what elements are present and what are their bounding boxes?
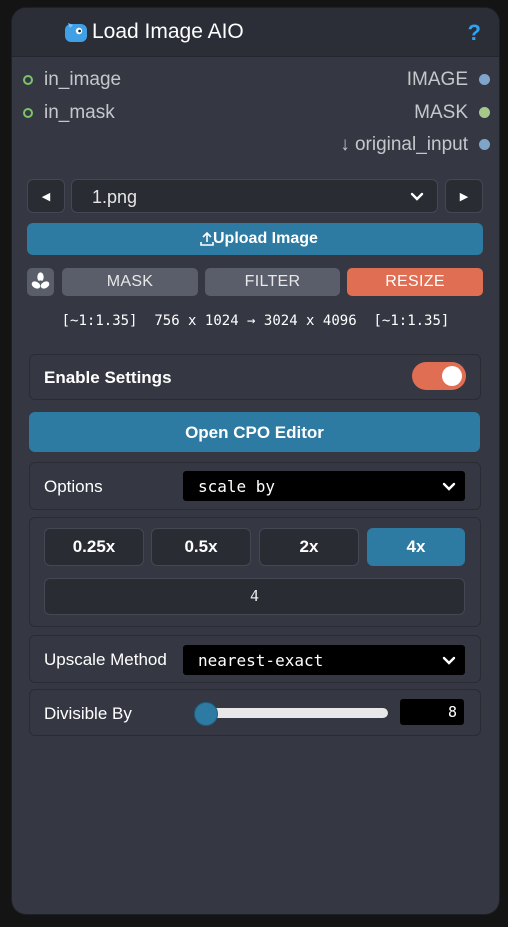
scale-4x-button[interactable]: 4x (367, 528, 465, 566)
scale-0-5x-button[interactable]: 0.5x (151, 528, 251, 566)
upscale-method-select[interactable]: nearest-exact (183, 645, 465, 675)
options-row: Options scale by (29, 462, 481, 510)
scale-value-field[interactable]: 4 (44, 578, 465, 615)
options-select-value: scale by (198, 477, 276, 496)
node-title: Load Image AIO (92, 20, 244, 43)
upload-image-button[interactable]: Upload Image (27, 223, 483, 255)
prev-file-button[interactable]: ◀ (27, 179, 65, 213)
node-header[interactable]: Load Image AIO ? (12, 8, 499, 57)
chevron-down-icon (442, 656, 456, 665)
chevron-down-icon (410, 192, 424, 201)
next-file-button[interactable]: ▶ (445, 179, 483, 213)
mask-output-dot[interactable] (479, 107, 490, 118)
in-image-slot-label: in_image (44, 69, 122, 90)
image-output-dot[interactable] (479, 74, 490, 85)
original-input-output-label: ↓ original_input (340, 134, 468, 155)
in-mask-slot-dot[interactable] (23, 108, 33, 118)
enable-settings-toggle[interactable] (412, 362, 466, 390)
upscale-method-value: nearest-exact (198, 651, 324, 670)
scale-2x-button[interactable]: 2x (259, 528, 359, 566)
toggle-knob (442, 366, 462, 386)
tab-mask[interactable]: MASK (62, 268, 198, 296)
options-label: Options (44, 477, 103, 496)
tab-filter[interactable]: FILTER (205, 268, 340, 296)
image-output-label: IMAGE (406, 69, 468, 90)
enable-settings-row: Enable Settings (29, 354, 481, 400)
open-cpo-editor-button[interactable]: Open CPO Editor (29, 412, 480, 452)
original-input-output-dot[interactable] (479, 139, 490, 150)
mask-output-label: MASK (414, 102, 468, 123)
in-mask-slot-label: in_mask (44, 102, 115, 123)
resolution-info: [~1:1.35] 756 x 1024 → 3024 x 4096 [~1:1… (61, 313, 450, 329)
divisible-by-value[interactable]: 8 (400, 699, 464, 725)
upscale-method-row: Upscale Method nearest-exact (29, 635, 481, 683)
load-image-aio-node: Load Image AIO ? in_image in_mask IMAGE … (12, 8, 499, 914)
tab-resize[interactable]: RESIZE (347, 268, 483, 296)
divisible-by-label: Divisible By (44, 704, 132, 723)
upload-image-label: Upload Image (213, 230, 318, 247)
open-cpo-editor-label: Open CPO Editor (185, 423, 324, 442)
divisible-by-slider-thumb[interactable] (194, 702, 218, 726)
in-image-slot-dot[interactable] (23, 75, 33, 85)
file-select[interactable]: 1.png (71, 179, 438, 213)
upload-icon (200, 231, 214, 246)
upscale-method-label: Upscale Method (44, 650, 167, 669)
settings-toggle-button[interactable] (27, 268, 54, 296)
file-select-value: 1.png (92, 187, 138, 207)
arrow-right-icon: ▶ (459, 190, 469, 203)
help-button[interactable]: ? (468, 20, 481, 46)
fan-icon (31, 272, 50, 289)
chevron-down-icon (442, 482, 456, 491)
options-select[interactable]: scale by (183, 471, 465, 501)
arrow-left-icon: ◀ (41, 190, 51, 203)
photo-bot-icon (65, 23, 87, 42)
enable-settings-label: Enable Settings (44, 368, 172, 387)
divisible-by-slider-track[interactable] (198, 708, 388, 718)
scale-0-25x-button[interactable]: 0.25x (44, 528, 144, 566)
